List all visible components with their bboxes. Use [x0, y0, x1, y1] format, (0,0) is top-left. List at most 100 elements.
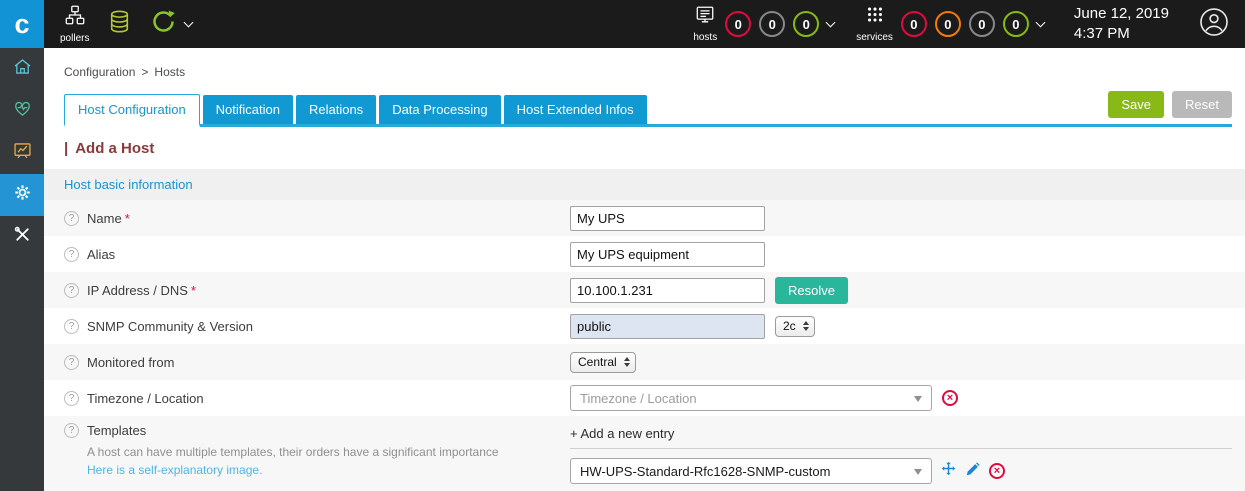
tab-data-processing[interactable]: Data Processing [379, 95, 500, 124]
gear-icon [12, 182, 33, 208]
hosts-unreachable-counter[interactable]: 0 [759, 11, 785, 37]
hosts-label: hosts [693, 32, 717, 43]
timezone-placeholder: Timezone / Location [580, 391, 697, 406]
snmp-version-select[interactable]: 2c [775, 316, 815, 337]
pollers-icon [64, 4, 86, 31]
timezone-clear-icon[interactable]: × [942, 390, 958, 406]
templates-note-link[interactable]: Here is a self-explanatory image. [87, 461, 499, 479]
help-icon[interactable]: ? [64, 247, 79, 262]
hosts-down-counter[interactable]: 0 [725, 11, 751, 37]
templates-label: Templates [87, 423, 146, 438]
services-ok-counter[interactable]: 0 [1003, 11, 1029, 37]
form-row-ip-address: ? IP Address / DNS* Resolve [44, 272, 1245, 308]
dropdown-arrow-icon [914, 396, 922, 402]
ip-address-input[interactable] [570, 278, 765, 303]
dropdown-arrow-icon [914, 469, 922, 475]
delete-template-icon[interactable]: × [989, 463, 1005, 479]
sidebar-item-home[interactable] [0, 48, 44, 90]
tab-host-extended-infos[interactable]: Host Extended Infos [504, 95, 647, 124]
services-unknown-counter[interactable]: 0 [969, 11, 995, 37]
services-critical-counter[interactable]: 0 [901, 11, 927, 37]
help-icon[interactable]: ? [64, 355, 79, 370]
monitored-from-label: Monitored from [87, 355, 174, 370]
breadcrumb-hosts[interactable]: Hosts [154, 65, 185, 79]
services-status-group: services 0 0 0 0 [856, 5, 1044, 43]
hosts-icon [694, 5, 716, 30]
sidebar-item-reporting[interactable] [0, 132, 44, 174]
pollers-menu[interactable]: pollers [60, 4, 89, 44]
breadcrumb: Configuration > Hosts [44, 48, 1245, 87]
services-menu[interactable]: services [856, 5, 893, 43]
templates-note: A host can have multiple templates, thei… [87, 443, 499, 479]
tab-host-configuration[interactable]: Host Configuration [64, 94, 200, 127]
hosts-up-counter[interactable]: 0 [793, 11, 819, 37]
form-row-monitored-from: ? Monitored from Central [44, 344, 1245, 380]
home-icon [12, 56, 33, 82]
form-row-snmp: ? SNMP Community & Version 2c [44, 308, 1245, 344]
chart-icon [12, 140, 33, 166]
chevron-down-icon[interactable] [826, 18, 836, 28]
form-row-alias: ? Alias [44, 236, 1245, 272]
title-bar-glyph: | [64, 140, 68, 157]
tab-strip: Host Configuration Notification Relation… [64, 91, 1232, 127]
snmp-community-input[interactable] [570, 314, 765, 339]
section-header-host-basic-information: Host basic information [44, 169, 1245, 200]
page-title: |Add a Host [64, 140, 1245, 157]
name-input[interactable] [570, 206, 765, 231]
name-label: Name* [87, 211, 130, 226]
current-time: 4:37 PM [1074, 24, 1169, 44]
topbar-left: pollers [44, 4, 192, 44]
hosts-menu[interactable]: hosts [693, 5, 717, 43]
chevron-down-icon[interactable] [1035, 18, 1045, 28]
current-date: June 12, 2019 [1074, 4, 1169, 24]
centreon-logo[interactable]: c [0, 0, 44, 48]
alias-label: Alias [87, 247, 115, 262]
sidebar-item-administration[interactable] [0, 216, 44, 258]
snmp-label: SNMP Community & Version [87, 319, 253, 334]
ip-address-label: IP Address / DNS* [87, 283, 196, 298]
template-selected-value: HW-UPS-Standard-Rfc1628-SNMP-custom [580, 464, 830, 479]
save-button[interactable]: Save [1108, 91, 1164, 118]
heartbeat-icon [12, 98, 33, 124]
add-template-entry-link[interactable]: + Add a new entry [570, 423, 1232, 448]
help-icon[interactable]: ? [64, 423, 79, 438]
breadcrumb-separator: > [141, 65, 148, 79]
edit-template-icon[interactable] [965, 461, 981, 482]
sidebar-item-monitoring[interactable] [0, 90, 44, 132]
form-row-templates: ? Templates A host can have multiple tem… [44, 416, 1245, 491]
sidebar-item-configuration[interactable] [0, 174, 44, 216]
timezone-dropdown[interactable]: Timezone / Location [570, 385, 932, 411]
timezone-label: Timezone / Location [87, 391, 204, 406]
resolve-button[interactable]: Resolve [775, 277, 848, 304]
tab-notification[interactable]: Notification [203, 95, 293, 124]
database-export-icon[interactable] [107, 9, 132, 39]
help-icon[interactable]: ? [64, 283, 79, 298]
breadcrumb-configuration[interactable]: Configuration [64, 65, 135, 79]
main-content: Configuration > Hosts Host Configuration… [44, 48, 1245, 491]
services-warning-counter[interactable]: 0 [935, 11, 961, 37]
topbar: c pollers [0, 0, 1245, 48]
services-label: services [856, 32, 893, 43]
select-arrows-icon [803, 321, 809, 331]
move-template-icon[interactable] [940, 460, 957, 482]
help-icon[interactable]: ? [64, 319, 79, 334]
monitored-from-select[interactable]: Central [570, 352, 636, 373]
sidebar [0, 48, 44, 491]
user-profile-icon[interactable] [1199, 7, 1229, 42]
services-icon [864, 5, 886, 30]
pollers-label: pollers [60, 33, 89, 44]
alias-input[interactable] [570, 242, 765, 267]
tools-icon [12, 224, 33, 250]
tab-relations[interactable]: Relations [296, 95, 376, 124]
poller-sync-status-icon[interactable] [150, 8, 177, 40]
select-arrows-icon [624, 357, 630, 367]
template-dropdown[interactable]: HW-UPS-Standard-Rfc1628-SNMP-custom [570, 458, 932, 484]
help-icon[interactable]: ? [64, 211, 79, 226]
centreon-app: c pollers [0, 0, 1245, 491]
topbar-right: hosts 0 0 0 services [693, 4, 1245, 45]
help-icon[interactable]: ? [64, 391, 79, 406]
chevron-down-icon[interactable] [184, 18, 194, 28]
form-actions: Save Reset [1108, 91, 1232, 118]
hosts-status-group: hosts 0 0 0 [693, 5, 834, 43]
reset-button[interactable]: Reset [1172, 91, 1232, 118]
